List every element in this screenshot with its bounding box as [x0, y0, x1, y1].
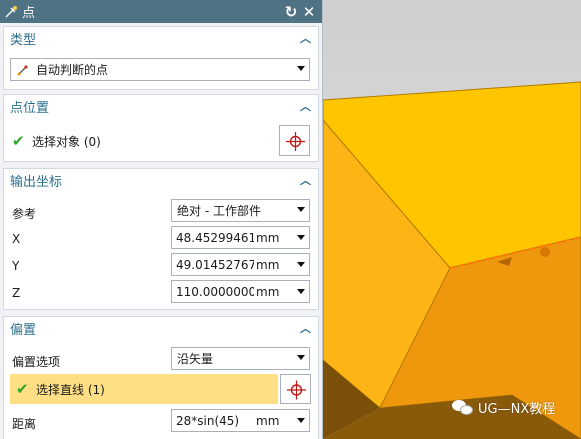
x-input[interactable]: 48.452994616 — [172, 231, 254, 245]
line-picker-button[interactable] — [280, 374, 311, 404]
chevron-down-icon — [297, 355, 305, 360]
chevron-down-icon — [297, 66, 305, 71]
type-group-title: 类型 — [10, 32, 37, 48]
offset-option-dropdown[interactable]: 沿矢量 — [171, 347, 310, 370]
watermark: UG—NX教程 — [452, 398, 555, 417]
output-coords-header[interactable]: 输出坐标 ︿ — [4, 169, 318, 191]
z-label: Z — [12, 286, 21, 300]
dialog-titlebar[interactable]: 点 ↻ ✕ — [0, 0, 322, 23]
type-group: 类型 ︿ 自动判断的点 — [3, 26, 319, 90]
point-icon — [4, 5, 18, 19]
wechat-icon — [452, 399, 474, 417]
select-object-row[interactable]: ✔ 选择对象 (0) — [12, 132, 101, 150]
distance-unit: mm — [256, 413, 280, 428]
watermark-text: UG—NX教程 — [478, 402, 556, 417]
offset-header[interactable]: 偏置 ︿ — [4, 317, 318, 339]
select-object-label: 选择对象 (0) — [32, 134, 101, 149]
point-picker-button[interactable] — [279, 125, 310, 156]
output-coords-title: 输出坐标 — [10, 174, 63, 190]
point-location-header[interactable]: 点位置 ︿ — [4, 95, 318, 117]
select-line-row[interactable]: ✔ 选择直线 (1) — [10, 374, 278, 404]
y-input[interactable]: 49.014527674 — [172, 258, 254, 272]
collapse-icon[interactable]: ︿ — [300, 98, 312, 113]
point-marker[interactable] — [540, 247, 550, 257]
distance-field[interactable]: 28*sin(45) mm — [171, 409, 310, 432]
x-unit-dropdown[interactable]: mm — [254, 227, 309, 248]
output-coords-group: 输出坐标 ︿ 参考 绝对 - 工作部件 X 48.452994616 mm Y … — [3, 168, 319, 310]
y-unit-dropdown[interactable]: mm — [254, 254, 309, 275]
close-icon[interactable]: ✕ — [300, 3, 318, 21]
collapse-icon[interactable]: ︿ — [300, 30, 312, 45]
select-line-label: 选择直线 (1) — [36, 382, 105, 397]
y-field[interactable]: 49.014527674 mm — [171, 253, 310, 276]
check-icon: ✔ — [12, 132, 25, 150]
point-type-dropdown[interactable]: 自动判断的点 — [10, 58, 310, 81]
distance-label: 距离 — [12, 417, 37, 431]
point-dialog: 点 ↻ ✕ 类型 ︿ 自动判断的点 点位置 ︿ ✔ 选择对象 (0) 输出坐标 … — [0, 0, 323, 439]
y-unit: mm — [256, 257, 280, 272]
type-group-header[interactable]: 类型 ︿ — [4, 27, 318, 49]
offset-title: 偏置 — [10, 322, 37, 338]
reference-label: 参考 — [12, 207, 37, 221]
point-location-group: 点位置 ︿ ✔ 选择对象 (0) — [3, 94, 319, 162]
reset-icon[interactable]: ↻ — [282, 3, 300, 21]
chevron-down-icon — [297, 262, 305, 267]
collapse-icon[interactable]: ︿ — [300, 172, 312, 187]
crosshair-icon — [286, 132, 305, 151]
distance-unit-dropdown[interactable]: mm — [254, 410, 309, 431]
inferred-point-icon — [16, 63, 30, 77]
z-field[interactable]: 110.00000000 mm — [171, 280, 310, 303]
chevron-down-icon — [297, 418, 305, 423]
offset-option-value: 沿矢量 — [177, 352, 214, 366]
chevron-down-icon — [297, 289, 305, 294]
z-input[interactable]: 110.00000000 — [172, 285, 254, 299]
x-field[interactable]: 48.452994616 mm — [171, 226, 310, 249]
y-label: Y — [12, 259, 20, 273]
offset-option-label: 偏置选项 — [12, 355, 61, 369]
point-type-value: 自动判断的点 — [36, 63, 109, 77]
reference-dropdown[interactable]: 绝对 - 工作部件 — [171, 199, 310, 222]
crosshair-icon — [287, 380, 306, 400]
check-icon: ✔ — [16, 380, 29, 398]
dialog-title: 点 — [22, 6, 36, 21]
z-unit: mm — [256, 284, 280, 299]
reference-value: 绝对 - 工作部件 — [177, 204, 261, 218]
x-label: X — [12, 232, 21, 246]
offset-group: 偏置 ︿ 偏置选项 沿矢量 ✔ 选择直线 (1) 距离 28*sin(45) m… — [3, 316, 319, 439]
point-location-title: 点位置 — [10, 100, 50, 116]
distance-input[interactable]: 28*sin(45) — [172, 414, 254, 428]
z-unit-dropdown[interactable]: mm — [254, 281, 309, 302]
x-unit: mm — [256, 230, 280, 245]
chevron-down-icon — [297, 235, 305, 240]
collapse-icon[interactable]: ︿ — [300, 320, 312, 335]
chevron-down-icon — [297, 207, 305, 212]
